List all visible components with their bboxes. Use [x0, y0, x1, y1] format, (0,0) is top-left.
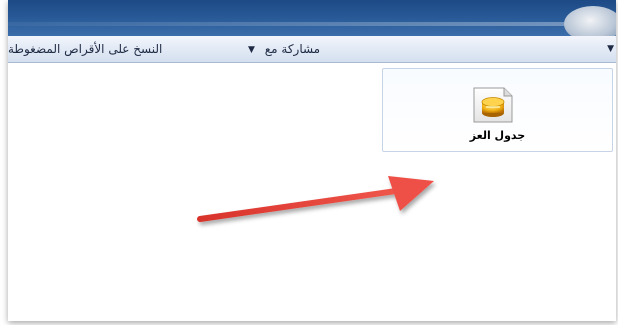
burn-to-disc-button[interactable]: النسخ على الأقراص المضغوطة: [8, 40, 162, 58]
access-database-icon: [473, 87, 513, 123]
title-bar-highlight: [8, 22, 616, 26]
annotation-arrow: [197, 176, 434, 222]
organize-dropdown-icon[interactable]: ▼: [607, 40, 614, 58]
command-bar: مشاركة مع ▼ النسخ على الأقراص المضغوطة ▼: [8, 36, 616, 63]
file-item[interactable]: جدول العز: [382, 68, 613, 152]
title-bar: [8, 0, 616, 42]
share-with-label: مشاركة مع: [264, 42, 321, 56]
share-with-dropdown-icon: ▼: [248, 44, 255, 55]
file-list-pane: جدول العز: [8, 63, 616, 321]
burn-to-disc-label: النسخ على الأقراص المضغوطة: [8, 42, 163, 56]
file-name-label: جدول العز: [469, 129, 526, 142]
explorer-window: مشاركة مع ▼ النسخ على الأقراص المضغوطة ▼: [8, 0, 616, 321]
share-with-button[interactable]: مشاركة مع ▼: [248, 40, 320, 58]
